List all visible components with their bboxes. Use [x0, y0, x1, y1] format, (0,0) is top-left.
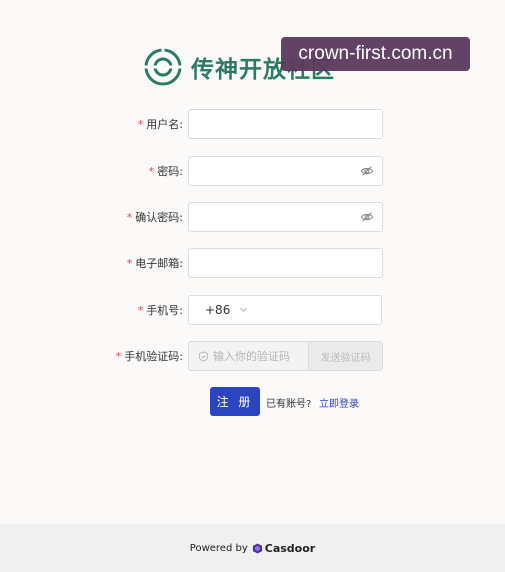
email-field[interactable]: [188, 248, 383, 278]
footer: Powered by Casdoor: [0, 524, 505, 572]
powered-by-text: Powered by: [189, 542, 248, 554]
password-label-text: 密码:: [157, 165, 183, 178]
required-mark: *: [137, 117, 144, 131]
eye-off-icon[interactable]: [360, 164, 374, 178]
password-input[interactable]: [188, 156, 383, 186]
password-label: * 密码:: [149, 156, 183, 186]
email-row: * 电子邮箱:: [0, 248, 505, 278]
username-label-text: 用户名:: [146, 118, 183, 131]
confirm-password-label: * 确认密码:: [127, 202, 183, 232]
watermark: crown-first.com.cn: [281, 37, 470, 71]
email-label: * 电子邮箱:: [127, 248, 183, 278]
username-input[interactable]: [188, 109, 383, 139]
email-label-text: 电子邮箱:: [135, 257, 183, 270]
phone-label: * 手机号:: [138, 295, 183, 325]
casdoor-link[interactable]: Casdoor: [265, 542, 315, 555]
required-mark: *: [126, 256, 133, 270]
chevron-down-icon: [239, 307, 248, 313]
casdoor-logo-icon: [252, 542, 262, 554]
verification-code-placeholder: 输入你的验证码: [213, 350, 290, 363]
register-button[interactable]: 注 册: [210, 387, 260, 416]
username-label: * 用户名:: [138, 109, 183, 139]
country-code-value: +86: [205, 303, 231, 317]
required-mark: *: [115, 349, 122, 363]
confirm-password-input[interactable]: [188, 202, 383, 232]
confirm-password-label-text: 确认密码:: [135, 211, 183, 224]
verification-code-label: * 手机验证码:: [116, 341, 183, 371]
verification-code-label-text: 手机验证码:: [124, 350, 183, 363]
password-row: * 密码:: [0, 156, 505, 186]
country-code-select[interactable]: +86: [188, 295, 257, 325]
shield-icon: [198, 350, 209, 362]
phone-input[interactable]: [256, 295, 382, 325]
verification-code-row: * 手机验证码: 输入你的验证码 发送验证码: [0, 341, 505, 371]
phone-label-text: 手机号:: [146, 304, 183, 317]
verification-code-input[interactable]: 输入你的验证码: [188, 341, 309, 371]
logo-icon: [143, 47, 183, 86]
have-account-text: 已有账号?: [266, 399, 312, 410]
eye-off-icon[interactable]: [360, 210, 374, 224]
username-row: * 用户名:: [0, 109, 505, 139]
send-code-button[interactable]: 发送验证码: [308, 341, 383, 371]
phone-row: * 手机号: +86: [0, 295, 505, 325]
required-mark: *: [126, 210, 133, 224]
required-mark: *: [137, 303, 144, 317]
login-link[interactable]: 立即登录: [319, 395, 359, 410]
required-mark: *: [148, 164, 155, 178]
confirm-password-row: * 确认密码:: [0, 202, 505, 232]
